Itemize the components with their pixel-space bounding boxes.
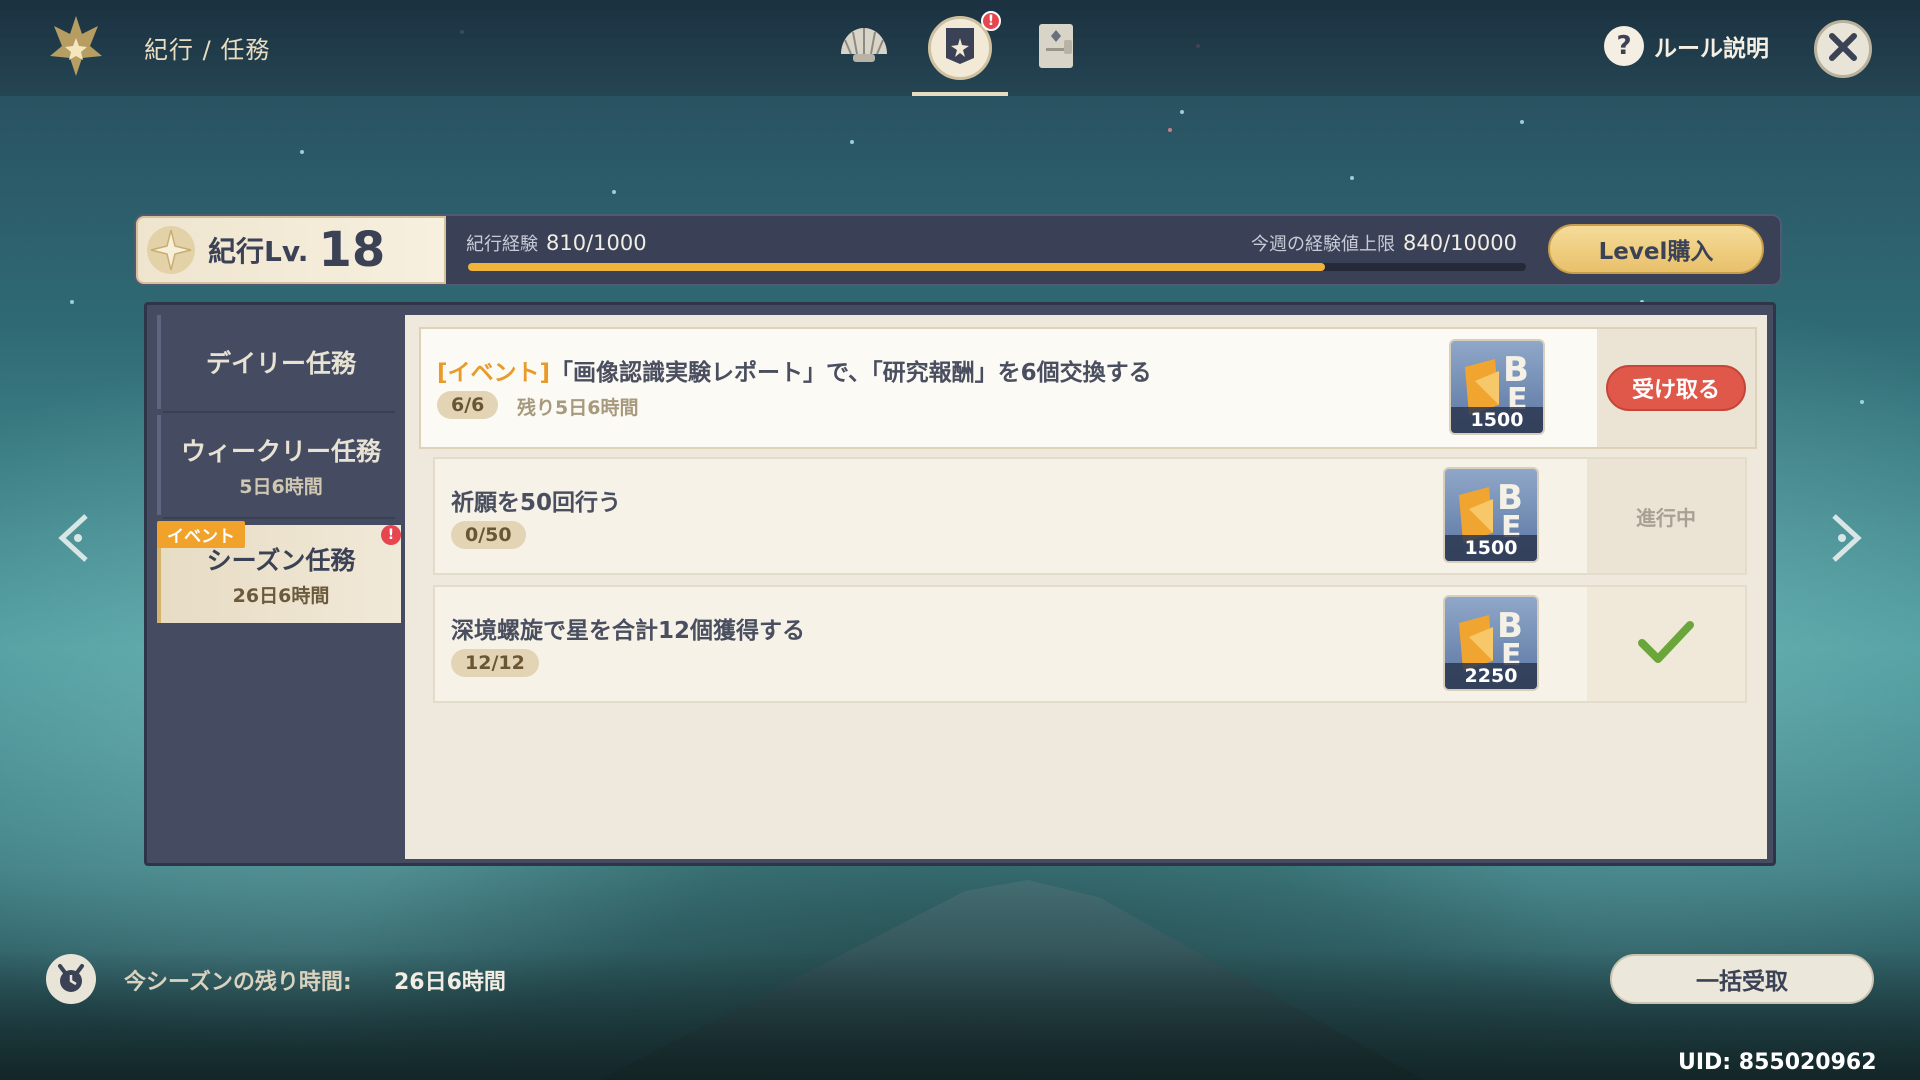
task-row: [イベント]「画像認識実験レポート」で、「研究報酬」を6個交換する 6/6 残り… bbox=[419, 327, 1757, 449]
claim-button[interactable]: 受け取る bbox=[1606, 365, 1746, 411]
season-timer-icon bbox=[46, 954, 96, 1004]
task-title: 深境螺旋で星を合計12個獲得する bbox=[451, 618, 806, 644]
tab-shell[interactable] bbox=[832, 16, 896, 80]
weekly-limit-group: 今週の経験値上限 840/10000 bbox=[1251, 230, 1517, 256]
tab-notification-badge: ! bbox=[981, 11, 1001, 31]
reward-item: B E 1500 bbox=[1449, 339, 1545, 435]
exp-label: 紀行経験 bbox=[466, 234, 538, 255]
tab-missions[interactable]: ! bbox=[928, 11, 1001, 80]
prev-page-button[interactable] bbox=[54, 512, 94, 568]
close-icon bbox=[1826, 30, 1860, 68]
reward-item: B E 2250 bbox=[1443, 595, 1539, 691]
task-action-cell: 受け取る bbox=[1597, 329, 1755, 447]
mission-banner-icon bbox=[943, 26, 977, 70]
event-tag: イベント bbox=[157, 521, 245, 548]
level-label: 紀行Lv. bbox=[208, 235, 309, 268]
exp-label-group: 紀行経験 810/1000 bbox=[466, 230, 647, 256]
reward-count: 1500 bbox=[1451, 407, 1543, 433]
in-progress-status: 進行中 bbox=[1636, 505, 1696, 530]
level-emblem-icon bbox=[138, 217, 204, 283]
task-title-text: 「画像認識実験レポート」で、「研究報酬」を6個交換する bbox=[550, 360, 1152, 386]
sidebar-item-daily[interactable]: デイリー任務 bbox=[157, 315, 401, 409]
task-progress: 0/50 bbox=[451, 521, 526, 549]
tab-card[interactable] bbox=[1024, 16, 1088, 80]
exp-value: 810/1000 bbox=[546, 231, 647, 255]
close-button[interactable] bbox=[1814, 20, 1872, 78]
exp-progress-bar bbox=[468, 263, 1526, 271]
task-list: [イベント]「画像認識実験レポート」で、「研究報酬」を6個交換する 6/6 残り… bbox=[405, 315, 1767, 859]
task-action-cell bbox=[1587, 587, 1745, 701]
task-remaining-time: 残り5日6時間 bbox=[517, 397, 639, 419]
rules-button[interactable]: ? ルール説明 bbox=[1604, 26, 1769, 66]
reward-count: 1500 bbox=[1445, 535, 1537, 561]
next-page-button[interactable] bbox=[1826, 512, 1866, 568]
chevron-right-icon bbox=[1828, 512, 1864, 568]
level-box: 紀行Lv. 18 bbox=[136, 216, 446, 284]
sidebar-item-season[interactable]: イベント ! シーズン任務 26日6時間 bbox=[157, 521, 401, 623]
mission-panel: デイリー任務 ウィークリー任務 5日6時間 イベント ! シーズン任務 26日6… bbox=[144, 302, 1776, 866]
uid-label: UID: 855020962 bbox=[1678, 1050, 1877, 1075]
weekly-limit-label: 今週の経験値上限 bbox=[1251, 234, 1395, 255]
task-row: 祈願を50回行う 0/50 B E 1500 進行中 bbox=[433, 457, 1747, 575]
level-buy-button[interactable]: Level購入 bbox=[1548, 224, 1764, 274]
mission-sidebar: デイリー任務 ウィークリー任務 5日6時間 イベント ! シーズン任務 26日6… bbox=[157, 315, 401, 855]
sidebar-item-label: ウィークリー任務 bbox=[180, 436, 381, 466]
sidebar-item-time: 5日6時間 bbox=[239, 475, 323, 498]
chevron-left-icon bbox=[56, 512, 92, 568]
check-icon bbox=[1638, 619, 1694, 669]
sidebar-item-label: デイリー任務 bbox=[205, 349, 356, 378]
task-action-cell: 進行中 bbox=[1587, 459, 1745, 573]
active-tab-indicator bbox=[912, 92, 1008, 96]
shell-icon bbox=[837, 24, 891, 72]
card-icon bbox=[1036, 22, 1076, 74]
weekly-limit-value: 840/10000 bbox=[1403, 231, 1517, 255]
claim-all-button[interactable]: 一括受取 bbox=[1610, 954, 1874, 1004]
season-remaining-label: 今シーズンの残り時間: bbox=[124, 970, 352, 995]
sidebar-item-weekly[interactable]: ウィークリー任務 5日6時間 bbox=[157, 415, 401, 515]
sidebar-item-time: 26日6時間 bbox=[232, 584, 330, 607]
reward-item: B E 1500 bbox=[1443, 467, 1539, 563]
breadcrumb: 紀行 / 任務 bbox=[144, 36, 271, 64]
battle-pass-emblem-icon bbox=[48, 12, 104, 80]
level-bar: 紀行Lv. 18 紀行経験 810/1000 今週の経験値上限 840/10000 … bbox=[134, 214, 1782, 286]
level-value: 18 bbox=[318, 222, 386, 278]
exp-progress-fill bbox=[468, 263, 1325, 271]
sidebar-divider bbox=[163, 517, 395, 519]
task-event-tag: [イベント] bbox=[437, 360, 551, 386]
task-progress: 12/12 bbox=[451, 649, 539, 677]
sidebar-divider bbox=[163, 411, 395, 413]
season-remaining-value: 26日6時間 bbox=[394, 970, 506, 995]
help-icon: ? bbox=[1604, 26, 1644, 66]
top-bar: 紀行 / 任務 ! ? ルール説明 bbox=[0, 0, 1920, 96]
task-progress: 6/6 bbox=[437, 391, 499, 419]
reward-count: 2250 bbox=[1445, 663, 1537, 689]
task-title: [イベント]「画像認識実験レポート」で、「研究報酬」を6個交換する bbox=[437, 353, 1152, 387]
rules-label: ルール説明 bbox=[1654, 36, 1769, 62]
sidebar-notification-badge: ! bbox=[381, 525, 401, 545]
task-title: 祈願を50回行う bbox=[451, 490, 622, 516]
task-row: 深境螺旋で星を合計12個獲得する 12/12 B E 2250 bbox=[433, 585, 1747, 703]
